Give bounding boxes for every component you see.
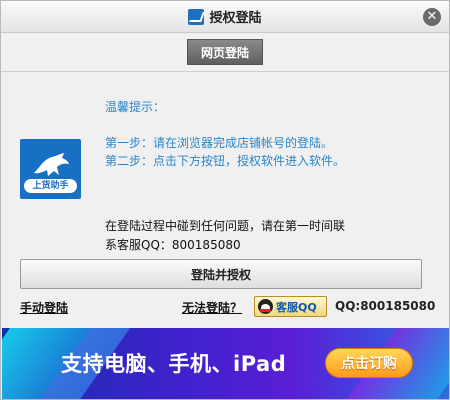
tips-step-2: 第二步：点击下方按钮，授权软件进入软件。 xyxy=(105,154,346,168)
auth-login-window: 授权登陆 ✕ 网页登陆 上货助手 温馨提示： 第一步：请在浏览器完成店铺帐号的登… xyxy=(0,0,450,400)
manual-login-link[interactable]: 手动登陆 xyxy=(20,299,68,316)
logo-brand-text: 上货助手 xyxy=(24,179,77,193)
close-icon[interactable]: ✕ xyxy=(423,8,441,26)
qq-number: QQ:800185080 xyxy=(335,299,436,313)
banner-text: 支持电脑、手机、iPad xyxy=(61,352,287,376)
tab-web-login[interactable]: 网页登陆 xyxy=(187,39,263,65)
tips-step-1: 第一步：请在浏览器完成店铺帐号的登陆。 xyxy=(105,136,334,150)
qq-service-button[interactable]: 客服QQ xyxy=(254,296,327,317)
qq-penguin-icon xyxy=(258,299,273,314)
help-text-line-1: 在登陆过程中碰到任何问题，请在第一时间联 xyxy=(105,219,346,233)
cannot-login-link[interactable]: 无法登陆？ xyxy=(182,299,242,316)
help-text-line-2: 系客服QQ：800185080 xyxy=(105,238,241,252)
title-bar: 授权登陆 ✕ xyxy=(1,1,449,33)
promo-banner[interactable]: 支持电脑、手机、iPad 点击订购 xyxy=(2,328,449,399)
horse-icon xyxy=(34,153,69,176)
tab-bar: 网页登陆 xyxy=(1,34,449,72)
qq-service-label: 客服QQ xyxy=(276,300,317,314)
window-title: 授权登陆 xyxy=(209,11,262,26)
app-logo: 上货助手 xyxy=(20,139,81,199)
order-button[interactable]: 点击订购 xyxy=(325,348,413,378)
login-authorize-button[interactable]: 登陆并授权 xyxy=(20,259,422,289)
tips-title: 温馨提示： xyxy=(105,100,166,114)
app-icon xyxy=(188,8,205,25)
